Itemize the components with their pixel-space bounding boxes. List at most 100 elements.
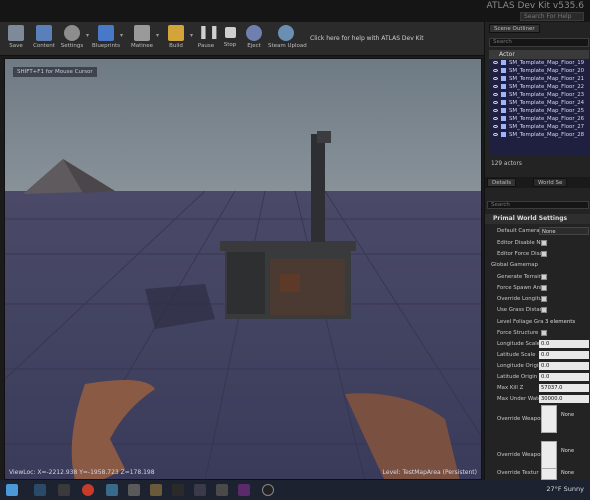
steam-upload-icon	[278, 25, 294, 41]
editor-disable-npc-checkbox[interactable]	[541, 240, 547, 246]
level-indicator: Level: TestMapArea (Persistent)	[383, 469, 477, 476]
prop-override-longitude: Override Longitud	[497, 296, 547, 302]
prop-generate-terrain: Generate Terrain	[485, 272, 590, 282]
prop-max-under-water: Max Under Wate 30000.0	[485, 394, 590, 404]
max-under-water-field[interactable]: 30000.0	[539, 395, 589, 403]
list-item[interactable]: SM_Template_Map_Floor_25	[489, 107, 589, 115]
eye-icon[interactable]	[493, 85, 498, 88]
override-longitude-checkbox[interactable]	[541, 296, 547, 302]
weather-widget[interactable]: 27°F Sunny	[546, 485, 584, 493]
content-button[interactable]: Content	[30, 24, 58, 54]
title-bar: ATLAS Dev Kit v535.6 Search For Help	[0, 0, 590, 22]
steam-upload-button[interactable]: Steam Upload	[268, 24, 307, 54]
game-scene	[5, 59, 481, 479]
editor-force-disable-checkbox[interactable]	[541, 251, 547, 257]
outliner-search-input[interactable]: Search	[489, 38, 589, 47]
tab-scene-outliner[interactable]: Scene Outliner	[489, 24, 540, 33]
prop-global-gamemap[interactable]: Global Gamemap	[485, 260, 590, 270]
list-item[interactable]: SM_Template_Map_Floor_22	[489, 83, 589, 91]
static-mesh-icon	[501, 68, 506, 73]
texture-value[interactable]: None	[561, 412, 574, 418]
app-icon[interactable]	[216, 484, 228, 496]
level-viewport[interactable]: SHIFT+F1 for Mouse Cursor ViewLoc: X=-22…	[4, 58, 482, 480]
prop-editor-force-disable: Editor Force Disab	[497, 251, 547, 257]
static-mesh-icon	[501, 60, 506, 65]
details-tabbar: Details World Se	[485, 177, 590, 188]
settings-button[interactable]: Settings ▾	[58, 24, 89, 54]
latitude-origin-field[interactable]: 0.0	[539, 373, 589, 381]
static-mesh-icon	[501, 116, 506, 121]
list-item[interactable]: SM_Template_Map_Floor_19	[489, 59, 589, 67]
eject-button[interactable]: Eject	[240, 24, 268, 54]
eye-icon[interactable]	[493, 77, 498, 80]
prop-override-weapon-1: Override Weapon	[497, 416, 544, 422]
app-icon[interactable]	[172, 484, 184, 496]
epic-games-icon[interactable]	[58, 484, 70, 496]
tab-details[interactable]: Details	[487, 178, 517, 187]
force-structure-checkbox[interactable]	[541, 330, 547, 336]
steam-icon[interactable]	[106, 484, 118, 496]
list-item[interactable]: SM_Template_Map_Floor_20	[489, 67, 589, 75]
texture-value[interactable]: None	[561, 448, 574, 454]
default-camera-dropdown[interactable]: None	[539, 227, 589, 235]
static-mesh-icon	[501, 84, 506, 89]
use-grass-distance-checkbox[interactable]	[541, 307, 547, 313]
longitude-scale-field[interactable]: 0.0	[539, 340, 589, 348]
eye-icon[interactable]	[493, 125, 498, 128]
static-mesh-icon	[501, 108, 506, 113]
texture-thumbnail[interactable]	[541, 405, 557, 433]
eye-icon[interactable]	[493, 109, 498, 112]
app-icon[interactable]	[150, 484, 162, 496]
stop-icon	[224, 27, 236, 38]
eject-icon	[246, 25, 262, 41]
prop-latitude-scale: Latitude Scale 0.0	[485, 350, 590, 360]
gear-icon	[64, 25, 80, 41]
eye-icon[interactable]	[493, 69, 498, 72]
list-item[interactable]: SM_Template_Map_Floor_24	[489, 99, 589, 107]
longitude-origin-field[interactable]: 0.0	[539, 362, 589, 370]
list-item[interactable]: SM_Template_Map_Floor_26	[489, 115, 589, 123]
actor-count: 129 actors	[491, 161, 522, 167]
texture-value[interactable]: None	[561, 470, 574, 476]
eye-icon[interactable]	[493, 117, 498, 120]
max-kill-z-field[interactable]: 57037.0	[539, 384, 589, 392]
help-search-input[interactable]: Search For Help	[520, 12, 584, 21]
app-icon[interactable]	[128, 484, 140, 496]
save-button[interactable]: Save	[2, 24, 30, 54]
list-item[interactable]: SM_Template_Map_Floor_21	[489, 75, 589, 83]
static-mesh-icon	[501, 132, 506, 137]
build-button[interactable]: Build ▾	[162, 24, 193, 54]
generate-terrain-checkbox[interactable]	[541, 274, 547, 280]
details-search-input[interactable]: Search	[487, 201, 589, 209]
app-title: ATLAS Dev Kit v535.6	[486, 1, 584, 11]
list-item[interactable]: SM_Template_Map_Floor_27	[489, 123, 589, 131]
chrome-icon[interactable]	[82, 484, 94, 496]
chevron-down-icon: ▾	[85, 32, 89, 39]
static-mesh-icon	[501, 100, 506, 105]
section-primal-world-settings[interactable]: Primal World Settings	[485, 214, 590, 224]
app-icon[interactable]	[238, 484, 250, 496]
eye-icon[interactable]	[493, 133, 498, 136]
texture-thumbnail[interactable]	[541, 468, 557, 480]
blueprint-icon	[98, 25, 114, 41]
help-link[interactable]: Click here for help with ATLAS Dev Kit	[310, 35, 424, 42]
prop-level-foliage: Level Foliage Gra 3 elements	[497, 319, 576, 325]
blueprints-button[interactable]: Blueprints ▾	[92, 24, 123, 54]
windows-icon[interactable]	[6, 484, 18, 496]
actor-column-header[interactable]: Actor	[489, 50, 589, 59]
list-item[interactable]: SM_Template_Map_Floor_28	[489, 131, 589, 139]
pause-icon: ❚❚	[198, 25, 220, 40]
main-toolbar: Save Content Settings ▾ Blueprints ▾ Matin…	[0, 22, 484, 56]
tab-world-settings[interactable]: World Se	[533, 178, 568, 187]
search-icon[interactable]	[34, 484, 46, 496]
eye-icon[interactable]	[493, 61, 498, 64]
eye-icon[interactable]	[493, 93, 498, 96]
list-item[interactable]: SM_Template_Map_Floor_23	[489, 91, 589, 99]
latitude-scale-field[interactable]: 0.0	[539, 351, 589, 359]
app-icon[interactable]	[194, 484, 206, 496]
texture-thumbnail[interactable]	[541, 441, 557, 469]
eye-icon[interactable]	[493, 101, 498, 104]
unreal-icon[interactable]	[262, 484, 274, 496]
force-spawn-anim-checkbox[interactable]	[541, 285, 547, 291]
matinee-button[interactable]: Matinee ▾	[128, 24, 159, 54]
